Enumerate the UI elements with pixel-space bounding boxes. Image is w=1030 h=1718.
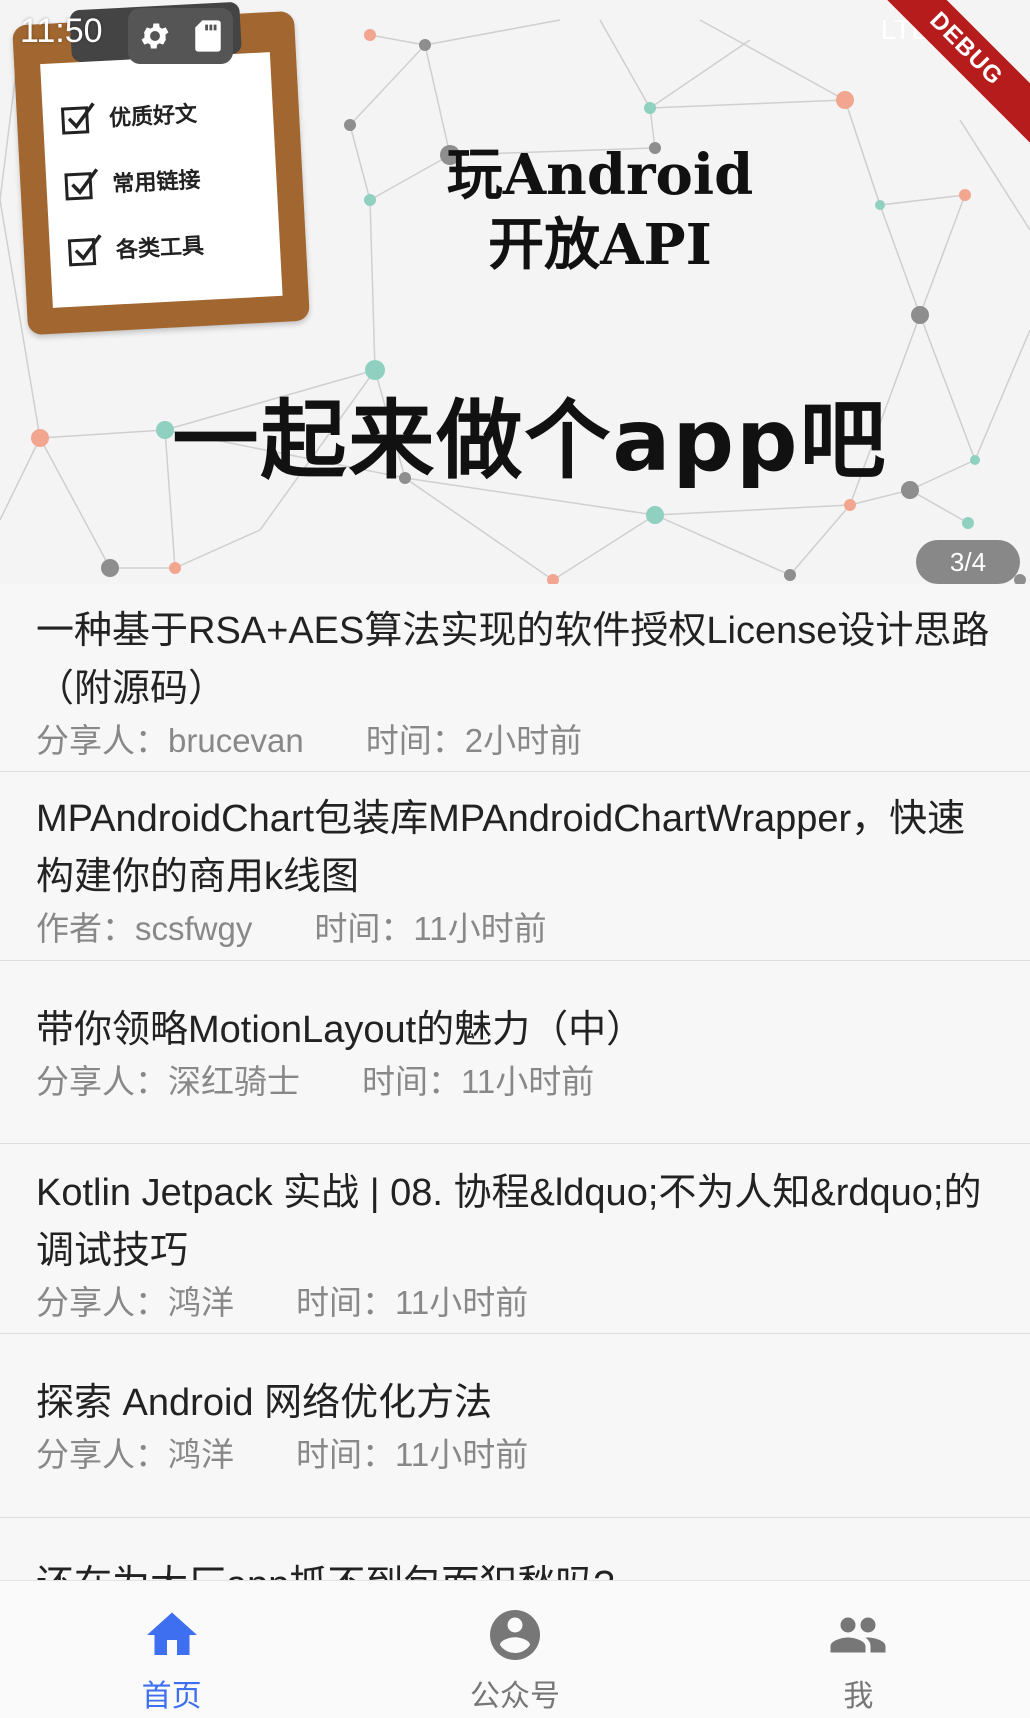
clipboard-paper: 优质好文 常用链接 各类工具 (40, 52, 283, 308)
article-meta: 分享人：鸿洋 时间：11小时前 (36, 1280, 994, 1326)
status-icons (128, 8, 233, 64)
checkbox-checked-icon (67, 234, 102, 267)
clipboard-item: 各类工具 (67, 226, 205, 269)
article-meta: 作者：scsfwgy 时间：11小时前 (36, 906, 994, 952)
bottom-navigation: 首页 公众号 我 (0, 1580, 1030, 1718)
checkbox-checked-icon (60, 102, 95, 135)
article-item[interactable]: 探索 Android 网络优化方法 分享人：鸿洋 时间：11小时前 (0, 1334, 1030, 1518)
nav-me[interactable]: 我 (687, 1581, 1030, 1718)
article-time: 时间：11小时前 (296, 1284, 529, 1321)
nav-official-accounts[interactable]: 公众号 (343, 1581, 686, 1718)
carousel-page-indicator: 3/4 (916, 540, 1020, 584)
article-item[interactable]: Kotlin Jetpack 实战 | 08. 协程&ldquo;不为人知&rd… (0, 1144, 1030, 1334)
article-title: Kotlin Jetpack 实战 | 08. 协程&ldquo;不为人知&rd… (36, 1172, 982, 1272)
article-time: 时间：11小时前 (362, 1063, 595, 1100)
account-circle-icon (489, 1610, 540, 1660)
clipboard-item-label: 各类工具 (115, 233, 205, 264)
article-author: 分享人：鸿洋 (36, 1284, 234, 1321)
article-time: 时间：11小时前 (296, 1436, 529, 1473)
article-meta: 分享人：深红骑士 时间：11小时前 (36, 1059, 994, 1105)
clipboard-item: 优质好文 (60, 94, 198, 137)
nav-home[interactable]: 首页 (0, 1581, 343, 1718)
nav-official-accounts-label: 公众号 (469, 1679, 560, 1714)
home-icon (146, 1612, 197, 1655)
article-author: 分享人：鸿洋 (36, 1436, 234, 1473)
article-title: 带你领略MotionLayout的魅力（中） (36, 1009, 645, 1051)
article-item[interactable]: 带你领略MotionLayout的魅力（中） 分享人：深红骑士 时间：11小时前 (0, 961, 1030, 1144)
clipboard-item-label: 常用链接 (111, 167, 202, 198)
nav-me-label: 我 (843, 1679, 874, 1714)
settings-gear-icon (141, 23, 169, 49)
sd-card-icon (195, 20, 221, 52)
people-icon (830, 1617, 886, 1653)
checkbox-checked-icon (64, 168, 99, 201)
article-title: 还在为大厂app抓不到包而犯愁吗? (36, 1556, 994, 1580)
banner-title-line: 开放API (488, 212, 712, 278)
banner-title-line: 玩Android (446, 142, 754, 208)
article-title: MPAndroidChart包装库MPAndroidChartWrapper，快… (36, 798, 966, 898)
clipboard-item: 常用链接 (64, 160, 202, 203)
article-meta: 分享人：鸿洋 时间：11小时前 (36, 1432, 994, 1478)
article-item[interactable]: 一种基于RSA+AES算法实现的软件授权License设计思路（附源码） 分享人… (0, 584, 1030, 772)
status-time: 11:50 (20, 12, 103, 50)
article-list[interactable]: 一种基于RSA+AES算法实现的软件授权License设计思路（附源码） 分享人… (0, 584, 1030, 1580)
article-title: 一种基于RSA+AES算法实现的软件授权License设计思路（附源码） (36, 610, 990, 710)
article-meta: 分享人：brucevan 时间：2小时前 (36, 718, 994, 764)
nav-home-label: 首页 (141, 1679, 202, 1714)
article-author: 分享人：深红骑士 (36, 1063, 300, 1100)
article-title: 探索 Android 网络优化方法 (36, 1382, 493, 1424)
article-item[interactable]: MPAndroidChart包装库MPAndroidChartWrapper，快… (0, 772, 1030, 961)
article-author: 作者：scsfwgy (36, 910, 253, 947)
article-item[interactable]: 还在为大厂app抓不到包而犯愁吗? (0, 1518, 1030, 1580)
article-time: 时间：11小时前 (314, 910, 547, 947)
article-author: 分享人：brucevan (36, 722, 304, 759)
banner-slogan: 一起来做个app吧 (172, 391, 888, 491)
banner-carousel[interactable]: 优质好文 常用链接 各类工具 11:50 LTE 玩Android 开放API … (0, 0, 1030, 584)
clipboard-item-label: 优质好文 (108, 102, 198, 132)
banner-title: 玩Android 开放API (430, 140, 770, 280)
article-time: 时间：2小时前 (365, 722, 583, 759)
